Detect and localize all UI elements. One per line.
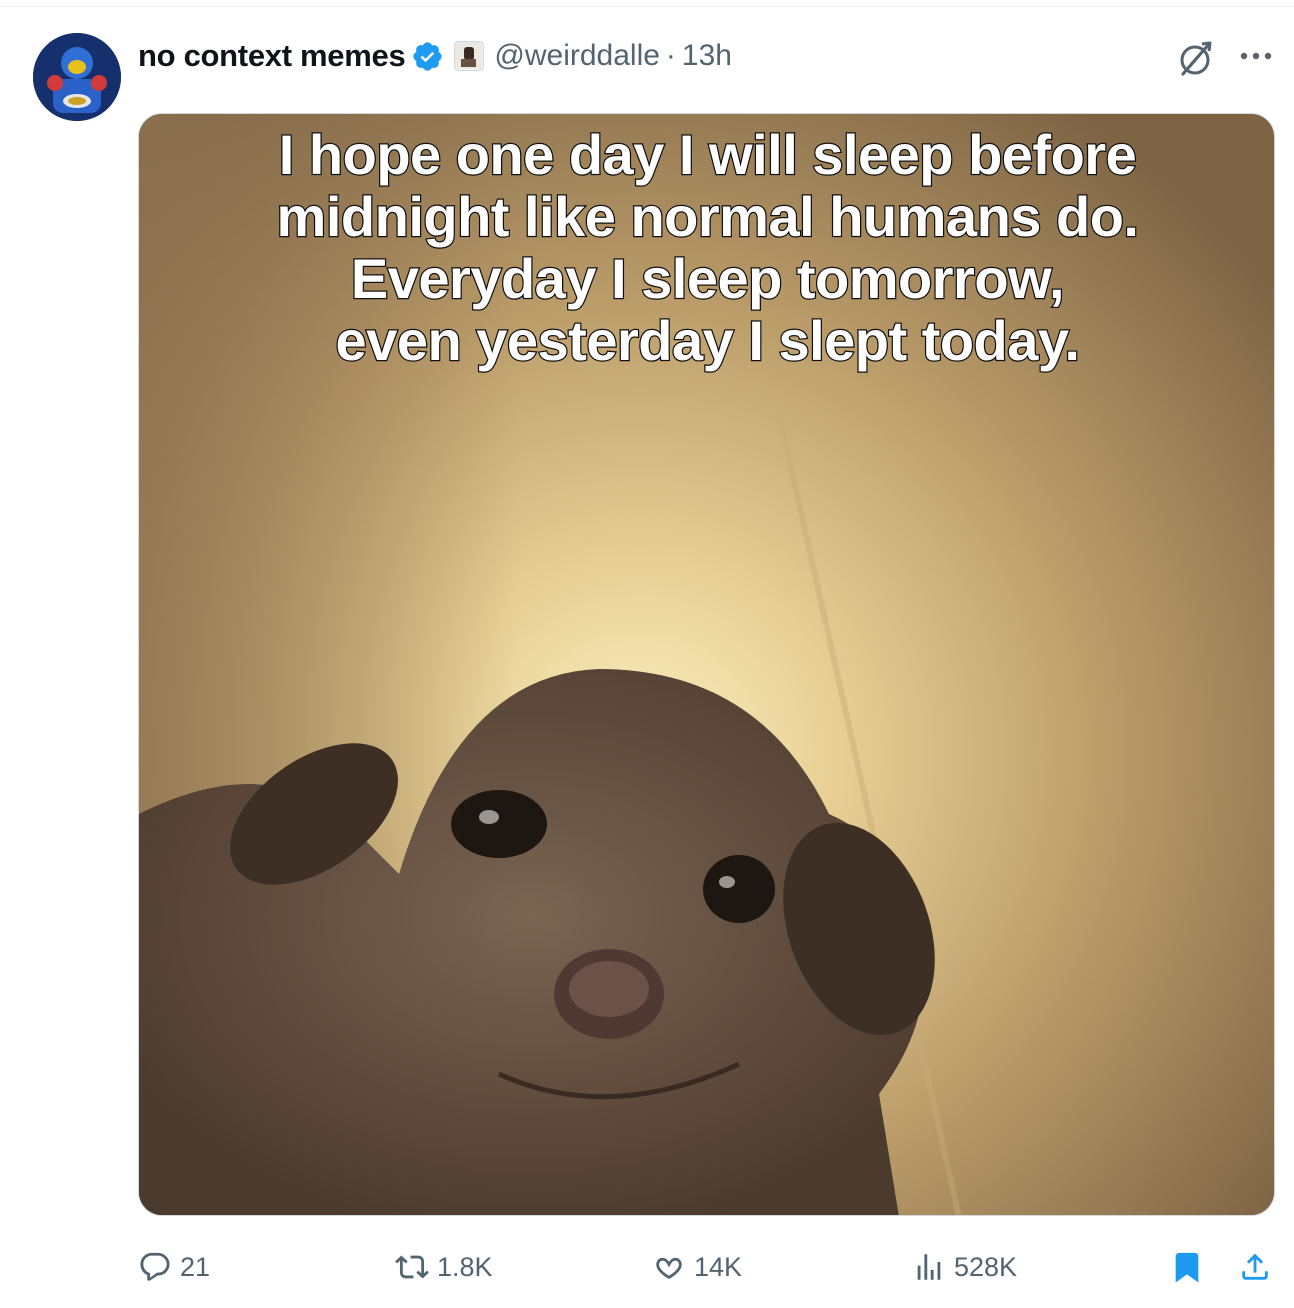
timestamp[interactable]: 13h — [682, 39, 732, 73]
retweet-icon — [395, 1255, 429, 1279]
caption-line: Everyday I sleep tomorrow, — [350, 246, 1066, 311]
share-button[interactable] — [1238, 1242, 1272, 1292]
bookmark-button[interactable] — [1170, 1242, 1204, 1292]
tweet-media[interactable]: I hope one day I will sleep before midni… — [138, 113, 1275, 1216]
heart-icon — [656, 1257, 682, 1280]
avatar[interactable] — [33, 33, 121, 121]
more-icon[interactable] — [1238, 42, 1274, 70]
meme-caption: I hope one day I will sleep before midni… — [139, 122, 1274, 373]
tweet-header: no context memes @weirddalle · 13h — [138, 34, 732, 78]
avatar-image — [33, 33, 121, 121]
views-icon — [917, 1254, 941, 1280]
caption-line: I hope one day I will sleep before — [278, 122, 1138, 187]
handle[interactable]: @weirddalle — [494, 39, 660, 73]
like-button[interactable]: 14K — [652, 1242, 742, 1292]
reply-button[interactable]: 21 — [138, 1242, 210, 1292]
retweet-count: 1.8K — [437, 1251, 493, 1282]
grok-icon[interactable] — [1175, 38, 1215, 78]
caption-line: even yesterday I slept today. — [334, 308, 1081, 373]
like-count: 14K — [694, 1251, 743, 1282]
views-count: 528K — [954, 1251, 1018, 1282]
share-icon — [1242, 1253, 1268, 1280]
action-bar: 21 1.8K 14K 528K — [0, 1242, 1294, 1292]
reply-icon — [140, 1252, 170, 1281]
affiliate-badge-icon[interactable] — [454, 41, 485, 71]
top-divider — [0, 6, 1294, 7]
retweet-button[interactable]: 1.8K — [395, 1242, 493, 1292]
reply-count: 21 — [180, 1251, 211, 1282]
bookmark-icon — [1175, 1252, 1199, 1283]
views-button[interactable]: 528K — [912, 1242, 1017, 1292]
display-name[interactable]: no context memes — [138, 38, 406, 74]
caption-line: midnight like normal humans do. — [275, 184, 1140, 249]
separator-dot: · — [665, 39, 676, 72]
verified-badge-icon[interactable] — [411, 40, 444, 73]
